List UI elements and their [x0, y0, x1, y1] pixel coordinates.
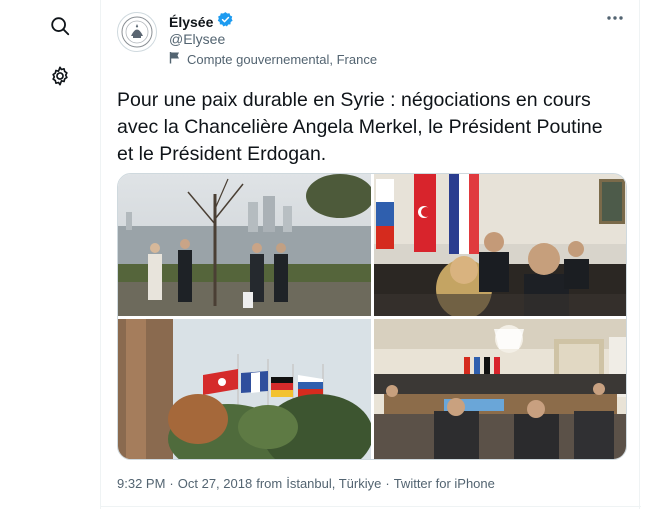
meta-separator-2: · — [385, 476, 390, 491]
tweet-photo-4[interactable] — [374, 319, 626, 459]
tweet-photo-2[interactable] — [374, 174, 626, 316]
government-label-text: Compte gouvernemental, France — [187, 51, 378, 67]
flag-icon — [169, 51, 181, 67]
government-label: Compte gouvernemental, France — [169, 51, 377, 67]
divider — [101, 506, 641, 507]
gear-icon[interactable] — [46, 62, 74, 90]
tweet: Élysée @Elysee Compte gouvernemental, Fr… — [100, 0, 641, 509]
location-prefix: from — [256, 476, 283, 491]
tweet-metadata: 9:32 PM · Oct 27, 2018 from İstanbul, Tü… — [117, 476, 495, 491]
name-row: Élysée — [169, 11, 234, 33]
tweet-source[interactable]: Twitter for iPhone — [394, 476, 495, 491]
tweet-photo-3[interactable] — [118, 319, 371, 459]
tweet-photo-1[interactable] — [118, 174, 371, 316]
search-icon[interactable] — [46, 12, 74, 40]
media-grid — [117, 173, 627, 460]
avatar[interactable] — [117, 12, 157, 52]
tweet-date[interactable]: Oct 27, 2018 — [178, 476, 252, 491]
more-icon[interactable] — [605, 10, 625, 26]
account-handle[interactable]: @Elysee — [169, 31, 225, 47]
tweet-text: Pour une paix durable en Syrie : négocia… — [117, 89, 603, 165]
account-name[interactable]: Élysée — [169, 14, 213, 30]
verified-badge-icon — [217, 11, 234, 33]
meta-separator: · — [169, 476, 174, 491]
tweet-location[interactable]: İstanbul, Türkiye — [286, 476, 381, 491]
tweet-time[interactable]: 9:32 PM — [117, 476, 165, 491]
left-rail — [0, 0, 100, 509]
elysee-seal-logo — [121, 16, 153, 48]
